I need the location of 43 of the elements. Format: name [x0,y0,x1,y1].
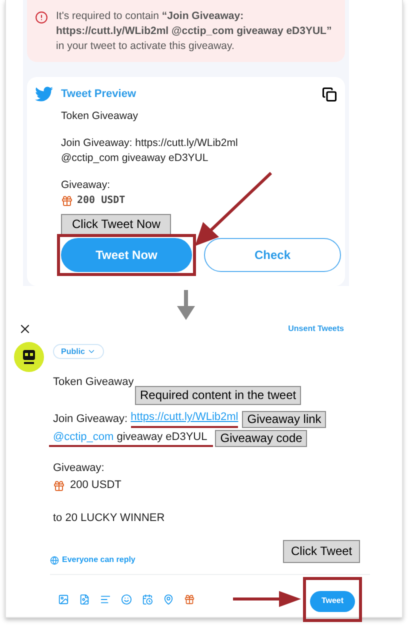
copy-icon[interactable] [322,86,337,102]
poll-icon[interactable] [100,594,111,605]
gift-icon [61,194,73,206]
schedule-icon[interactable] [142,594,153,605]
reward-amount: 200 USDT [77,194,126,208]
preview-text: Join Giveaway: https://cutt.ly/WLib2ml @cctip_com giveaway eD3YUL [61,136,239,166]
globe-icon [50,556,59,564]
reply-setting[interactable]: Everyone can reply [62,554,136,566]
avatar-logo [14,342,44,372]
alert-message: It's required to contain “Join Giveaway: https://cutt.ly/WLib2ml @cctip_com giveaway eD3YUL” in your tweet to activate this giveaway. [56,9,333,54]
preview-title: Tweet Preview [61,86,136,102]
tweet-text: Giveaway: [53,461,106,476]
check-button[interactable]: Check [204,238,341,272]
close-icon[interactable] [18,322,32,336]
alert-icon [35,11,48,24]
image-icon[interactable] [58,594,69,605]
tweet-text: to 20 LUCKY WINNER [53,511,166,526]
gif-icon[interactable] [79,594,90,605]
callout-label: Click Tweet [283,540,360,563]
tweet-text: 200 USDT [70,478,122,493]
emoji-icon[interactable] [121,594,132,605]
location-icon[interactable] [163,594,174,605]
preview-text: Giveaway: [61,178,112,193]
unsent-tweets-link[interactable]: Unsent Tweets [288,323,344,335]
bird-icon [35,85,53,103]
callout-label: Giveaway link [242,410,326,428]
tweet-text: Token Giveaway [53,375,135,390]
tweet-text: giveaway eD3YUL [116,430,208,445]
tweet-link[interactable]: https://cutt.ly/WLib2ml [130,410,238,428]
chevron-icon [87,347,96,356]
callout-label: Required content in the tweet [135,386,302,405]
tweet-now-button[interactable]: Tweet Now [61,238,192,272]
callout-label: Giveaway code [215,430,308,447]
callout-label: Click Tweet Now [61,214,172,235]
down-arrow-icon [177,290,195,320]
tweet-text: Join Giveaway: [53,412,129,426]
gift-icon[interactable] [184,594,195,605]
pointer-arrow [233,590,301,608]
tweet-button[interactable]: Tweet [310,590,355,612]
preview-text: Token Giveaway [61,109,140,124]
audience-dropdown[interactable]: Public [53,344,104,359]
gift-icon [53,480,65,492]
tweet-mention[interactable]: @cctip_com [53,430,117,445]
